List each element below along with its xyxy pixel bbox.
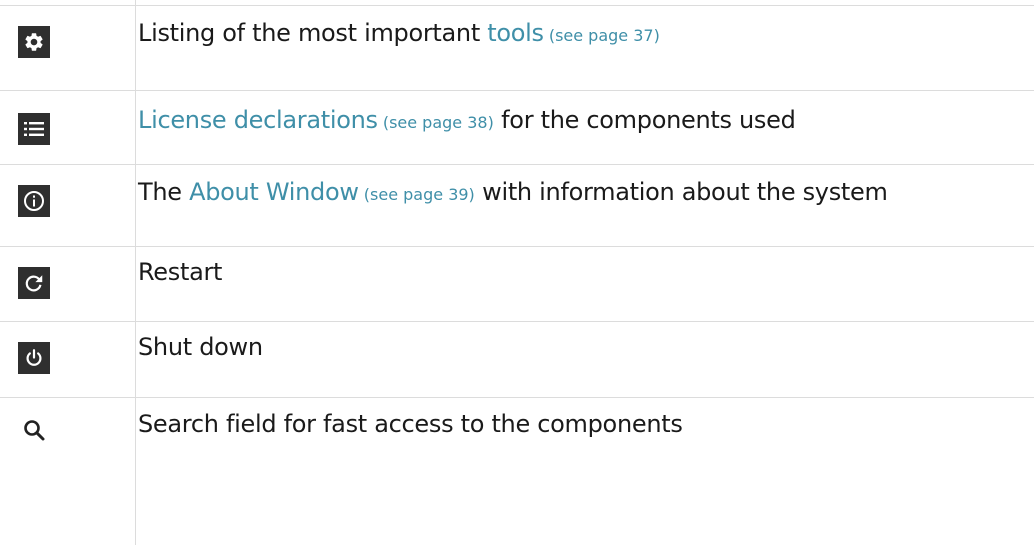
info-icon	[18, 185, 50, 217]
row-description: Restart	[138, 257, 222, 287]
tools-link[interactable]: tools	[487, 19, 544, 47]
desc-text-after: for the components used	[493, 106, 796, 134]
list-icon	[18, 113, 50, 145]
desc-text-after: with information about the system	[474, 178, 888, 206]
row-description: Shut down	[138, 332, 263, 362]
row-description: License declarations (see page 38) for t…	[138, 105, 796, 138]
restart-icon	[18, 267, 50, 299]
desc-text-before: The	[138, 178, 190, 206]
table-row: Restart	[0, 247, 1034, 322]
desc-text-before: Listing of the most important	[138, 19, 488, 47]
table-row: Shut down	[0, 322, 1034, 398]
gear-icon	[18, 26, 50, 58]
license-declarations-link[interactable]: License declarations	[138, 106, 378, 134]
page-reference-link[interactable]: (see page 39)	[359, 185, 475, 204]
table-row: The About Window (see page 39) with info…	[0, 165, 1034, 247]
shut-down-label: Shut down	[138, 333, 263, 361]
restart-label: Restart	[138, 258, 223, 286]
search-field-label: Search field for fast access to the comp…	[138, 410, 683, 438]
table-row: Search field for fast access to the comp…	[0, 398, 1034, 545]
row-description: Search field for fast access to the comp…	[138, 409, 683, 439]
search-icon	[18, 414, 50, 446]
table-row: Listing of the most important tools (see…	[0, 5, 1034, 91]
icon-reference-table: Listing of the most important tools (see…	[0, 0, 1034, 545]
row-description: Listing of the most important tools (see…	[138, 18, 660, 51]
page-reference-link[interactable]: (see page 37)	[544, 26, 660, 45]
row-description: The About Window (see page 39) with info…	[138, 177, 888, 210]
about-window-link[interactable]: About Window	[189, 178, 359, 206]
page-reference-link[interactable]: (see page 38)	[378, 113, 494, 132]
power-icon	[18, 342, 50, 374]
table-row: License declarations (see page 38) for t…	[0, 90, 1034, 165]
